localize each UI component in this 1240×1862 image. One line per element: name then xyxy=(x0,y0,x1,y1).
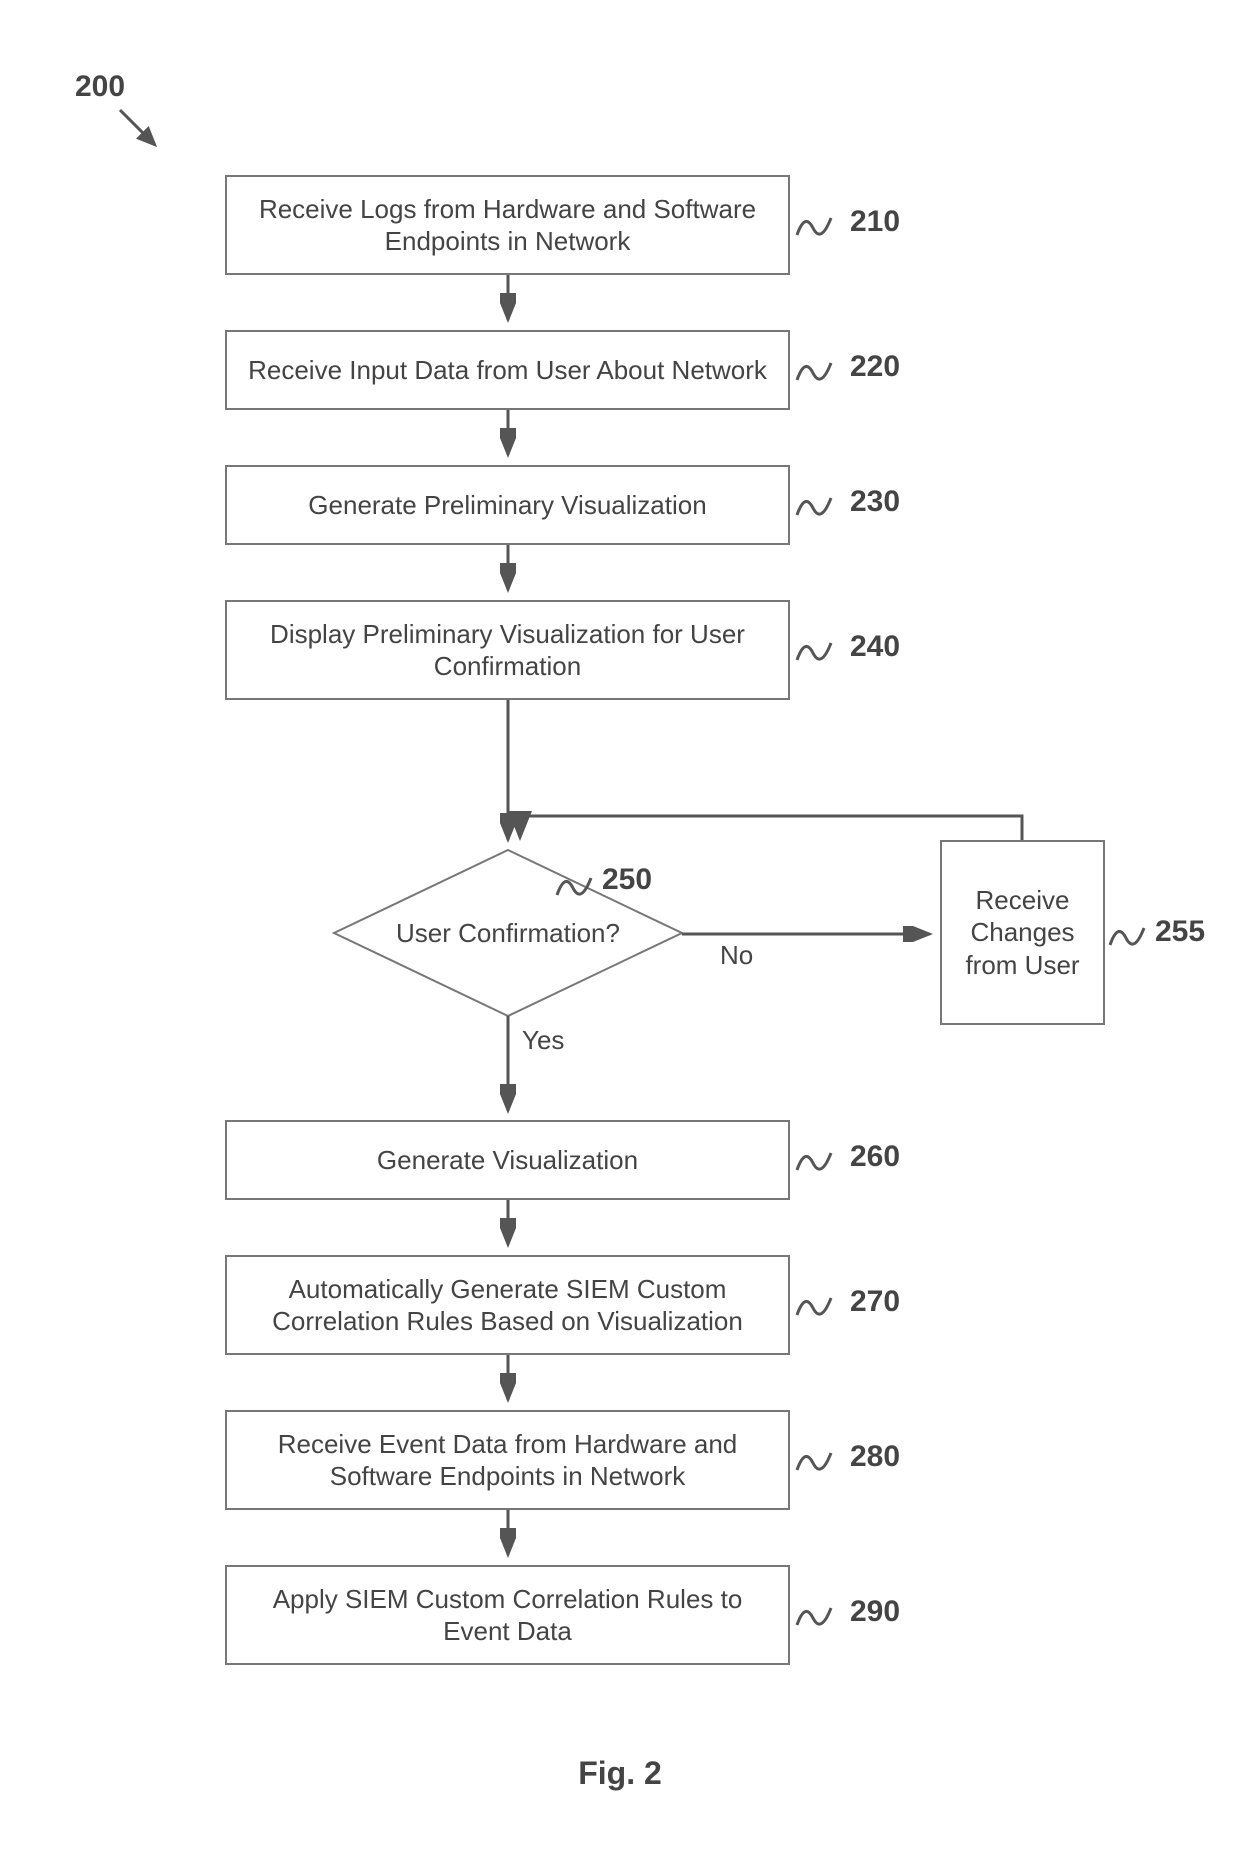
step-box-290: Apply SIEM Custom Correlation Rules to E… xyxy=(225,1565,790,1665)
step-text: Generate Preliminary Visualization xyxy=(308,489,706,522)
ref-connector-icon xyxy=(795,635,835,665)
step-text: Apply SIEM Custom Correlation Rules to E… xyxy=(239,1583,776,1648)
step-text: Generate Visualization xyxy=(377,1144,638,1177)
step-text: Receive Logs from Hardware and Software … xyxy=(239,193,776,258)
step-ref-230: 230 xyxy=(850,485,900,519)
step-ref-280: 280 xyxy=(850,1440,900,1474)
arrow-down xyxy=(500,700,516,855)
step-box-220: Receive Input Data from User About Netwo… xyxy=(225,330,790,410)
decision-text: User Confirmation? xyxy=(378,918,638,949)
ref-connector-icon xyxy=(795,1445,835,1475)
step-ref-220: 220 xyxy=(850,350,900,384)
ref-connector-icon xyxy=(795,355,835,385)
arrow-down xyxy=(500,1355,516,1415)
step-ref-290: 290 xyxy=(850,1595,900,1629)
arrow-down xyxy=(500,545,516,605)
ref-connector-icon xyxy=(795,1145,835,1175)
step-box-280: Receive Event Data from Hardware and Sof… xyxy=(225,1410,790,1510)
step-box-270: Automatically Generate SIEM Custom Corre… xyxy=(225,1255,790,1355)
step-text: Receive Input Data from User About Netwo… xyxy=(248,354,767,387)
step-ref-240: 240 xyxy=(850,630,900,664)
step-box-230: Generate Preliminary Visualization xyxy=(225,465,790,545)
ref-connector-icon xyxy=(795,490,835,520)
arrow-down-yes xyxy=(500,1016,516,1126)
step-box-240: Display Preliminary Visualization for Us… xyxy=(225,600,790,700)
ref-connector-icon xyxy=(1108,920,1148,950)
yes-label: Yes xyxy=(522,1025,564,1056)
step-ref-260: 260 xyxy=(850,1140,900,1174)
figure-caption: Fig. 2 xyxy=(520,1755,720,1792)
ref-connector-icon xyxy=(795,1290,835,1320)
step-box-210: Receive Logs from Hardware and Software … xyxy=(225,175,790,275)
arrow-down xyxy=(500,410,516,470)
arrow-down xyxy=(500,1200,516,1260)
ref-connector-icon xyxy=(795,210,835,240)
step-ref-210: 210 xyxy=(850,205,900,239)
step-ref-270: 270 xyxy=(850,1285,900,1319)
side-box-255: Receive Changes from User xyxy=(940,840,1105,1025)
side-box-text: Receive Changes from User xyxy=(954,884,1091,982)
step-text: Receive Event Data from Hardware and Sof… xyxy=(239,1428,776,1493)
arrow-down xyxy=(500,275,516,335)
decision-ref: 250 xyxy=(602,863,652,897)
arrow-down xyxy=(500,1510,516,1570)
side-box-ref: 255 xyxy=(1155,915,1205,949)
figure-ref-arrow xyxy=(115,105,175,170)
figure-ref-number: 200 xyxy=(75,70,125,104)
step-text: Display Preliminary Visualization for Us… xyxy=(239,618,776,683)
no-label: No xyxy=(720,940,753,971)
flowchart-canvas: 200 Receive Logs from Hardware and Softw… xyxy=(0,0,1240,1862)
step-box-260: Generate Visualization xyxy=(225,1120,790,1200)
ref-connector-icon xyxy=(795,1600,835,1630)
step-text: Automatically Generate SIEM Custom Corre… xyxy=(239,1273,776,1338)
